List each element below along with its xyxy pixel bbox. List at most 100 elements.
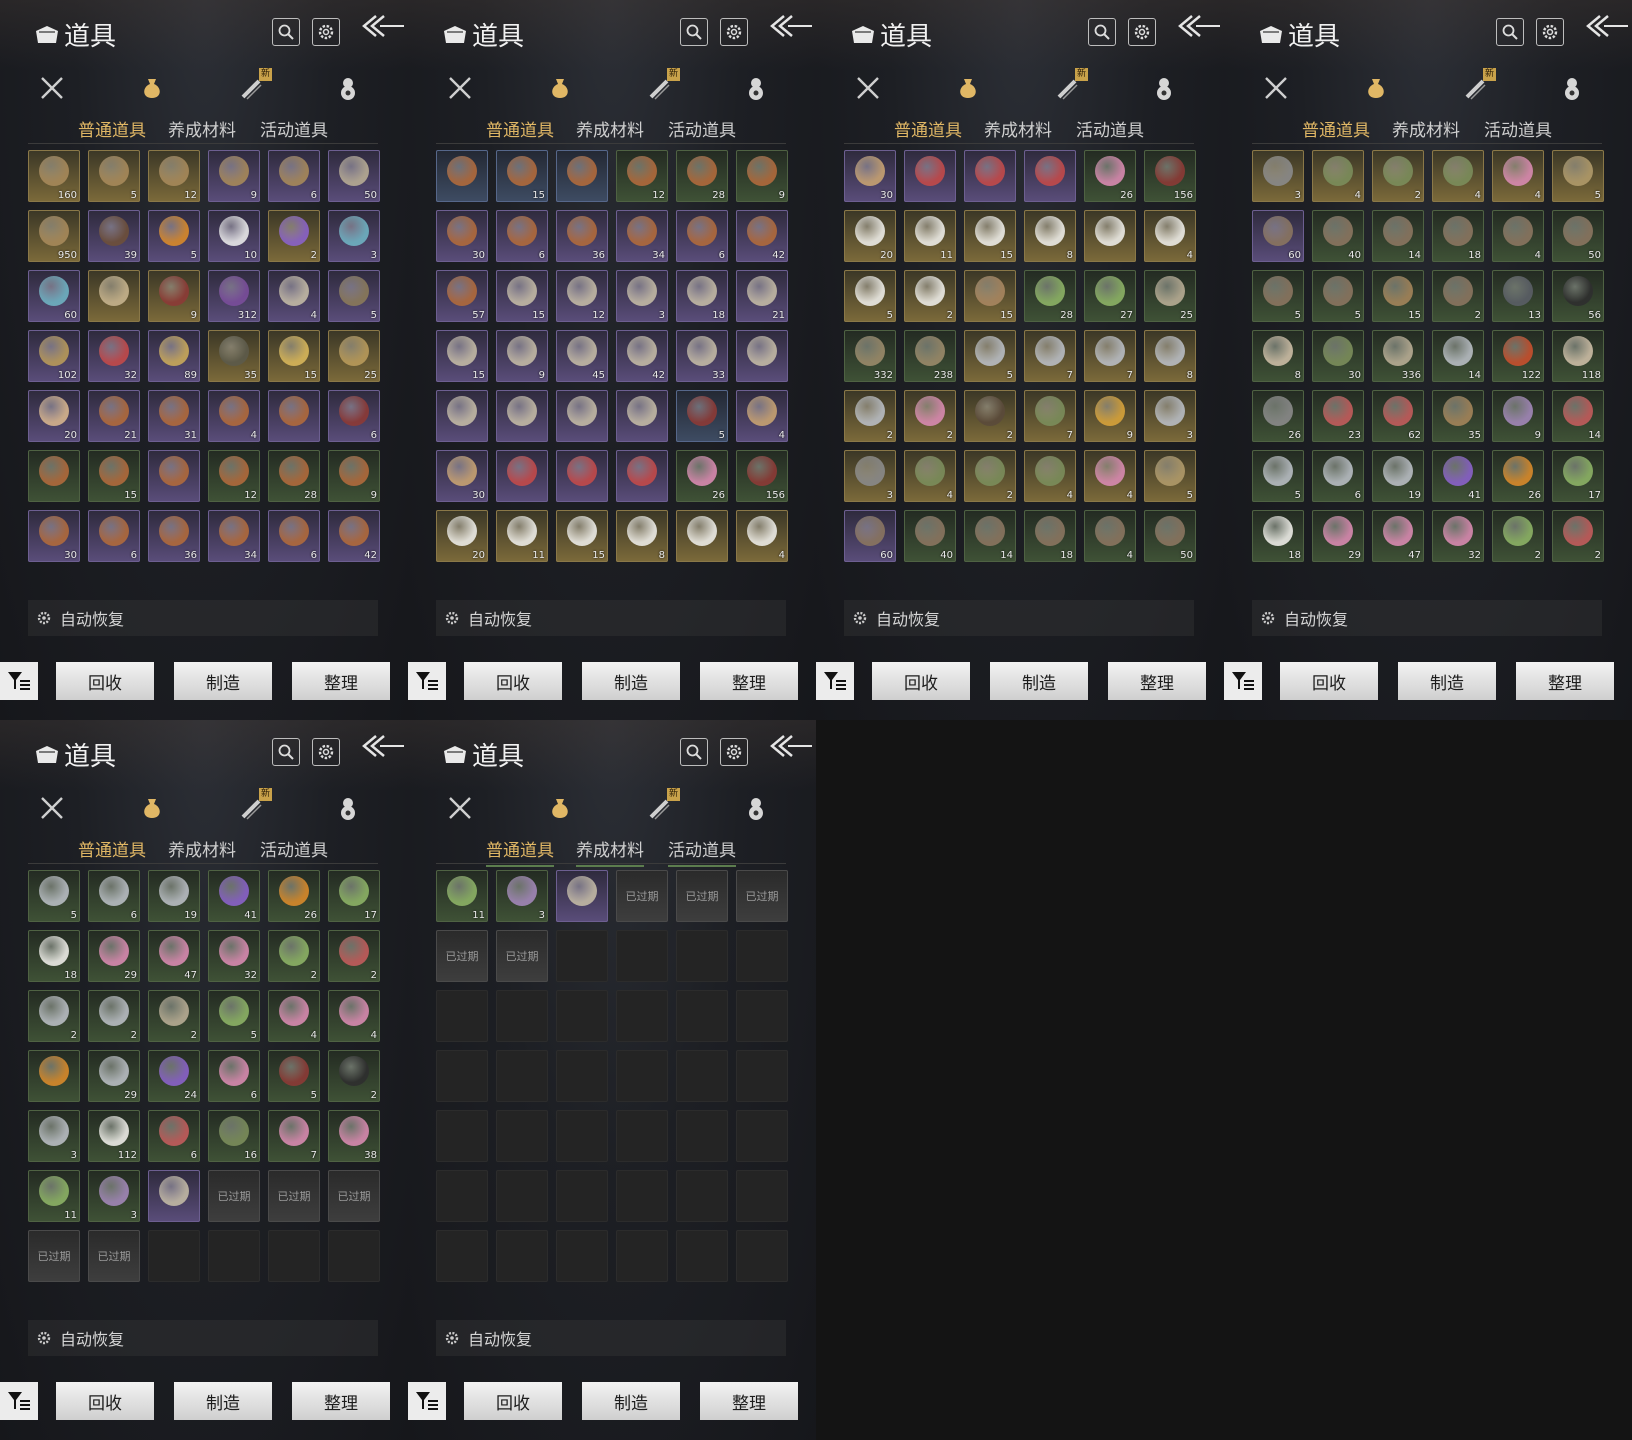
item-slot[interactable]: 12 [616,150,668,202]
search-button[interactable] [272,18,300,46]
item-slot[interactable]: 336 [1372,330,1424,382]
item-slot[interactable]: 4 [1312,150,1364,202]
item-slot[interactable]: 41 [1432,450,1484,502]
item-slot[interactable]: 15 [1372,270,1424,322]
item-slot[interactable] [1084,210,1136,262]
auto-restore-row[interactable]: 自动恢复 [436,1320,786,1356]
item-slot[interactable]: 9 [148,270,200,322]
item-slot[interactable]: 已过期 [436,930,488,982]
item-slot[interactable]: 9 [1084,390,1136,442]
item-slot[interactable] [148,1170,200,1222]
item-slot[interactable]: 4 [1492,150,1544,202]
item-slot[interactable]: 7 [1024,330,1076,382]
item-slot[interactable]: 14 [1552,390,1604,442]
item-slot[interactable]: 35 [1432,390,1484,442]
item-slot[interactable]: 42 [736,210,788,262]
item-slot[interactable]: 9 [496,330,548,382]
item-slot[interactable]: 4 [208,390,260,442]
item-slot[interactable]: 11 [28,1170,80,1222]
craft-button[interactable]: 制造 [174,1382,272,1420]
item-slot[interactable] [436,390,488,442]
recycle-button[interactable]: 回收 [56,1382,154,1420]
auto-restore-row[interactable]: 自动恢复 [844,600,1194,636]
item-slot[interactable]: 已过期 [496,930,548,982]
item-slot[interactable]: 8 [1252,330,1304,382]
item-slot[interactable]: 89 [148,330,200,382]
item-slot[interactable]: 3 [1252,150,1304,202]
item-slot[interactable]: 15 [436,330,488,382]
recycle-button[interactable]: 回收 [464,662,562,700]
item-slot[interactable]: 7 [268,1110,320,1162]
category-misc[interactable] [328,788,368,828]
item-slot[interactable] [148,450,200,502]
category-weapons[interactable] [32,68,72,108]
category-items[interactable] [540,788,580,828]
sort-button[interactable]: 整理 [700,1382,798,1420]
item-slot[interactable]: 2 [844,390,896,442]
category-scrolls[interactable]: 新 [232,68,272,108]
auto-restore-row[interactable]: 自动恢复 [1252,600,1602,636]
item-slot[interactable]: 42 [616,330,668,382]
item-slot[interactable]: 4 [1024,450,1076,502]
item-slot[interactable]: 20 [844,210,896,262]
item-slot[interactable]: 28 [268,450,320,502]
item-slot[interactable]: 102 [28,330,80,382]
item-slot[interactable]: 32 [88,330,140,382]
item-slot[interactable]: 45 [556,330,608,382]
item-slot[interactable]: 6 [88,870,140,922]
item-slot[interactable]: 29 [1312,510,1364,562]
item-slot[interactable]: 26 [676,450,728,502]
back-arrow-icon[interactable] [1586,12,1630,46]
item-slot[interactable]: 39 [88,210,140,262]
tab-materials[interactable]: 养成材料 [168,116,236,141]
item-slot[interactable]: 2 [904,390,956,442]
craft-button[interactable]: 制造 [582,662,680,700]
item-slot[interactable]: 15 [964,210,1016,262]
item-slot[interactable]: 2 [964,390,1016,442]
item-slot[interactable]: 27 [1084,270,1136,322]
item-slot[interactable]: 4 [1144,210,1196,262]
sort-button[interactable]: 整理 [292,662,390,700]
item-slot[interactable]: 2 [88,990,140,1042]
item-slot[interactable]: 已过期 [88,1230,140,1282]
filter-button[interactable] [0,1382,38,1420]
item-slot[interactable]: 17 [1552,450,1604,502]
item-slot[interactable]: 5 [28,870,80,922]
tab-event-items[interactable]: 活动道具 [1484,116,1552,141]
item-slot[interactable]: 5 [844,270,896,322]
item-slot[interactable]: 10 [208,210,260,262]
item-slot[interactable]: 50 [1552,210,1604,262]
tab-common-items[interactable]: 普通道具 [78,836,146,861]
item-slot[interactable]: 28 [1024,270,1076,322]
item-slot[interactable]: 5 [148,210,200,262]
item-slot[interactable]: 29 [88,1050,140,1102]
item-slot[interactable]: 4 [1432,150,1484,202]
item-slot[interactable]: 4 [904,450,956,502]
item-slot[interactable] [496,450,548,502]
item-slot[interactable]: 30 [1312,330,1364,382]
item-slot[interactable]: 34 [208,510,260,562]
category-weapons[interactable] [1256,68,1296,108]
item-slot[interactable]: 36 [148,510,200,562]
item-slot[interactable]: 21 [736,270,788,322]
filter-button[interactable] [0,662,38,700]
category-scrolls[interactable]: 新 [1456,68,1496,108]
item-slot[interactable]: 60 [1252,210,1304,262]
category-scrolls[interactable]: 新 [1048,68,1088,108]
item-slot[interactable]: 5 [88,150,140,202]
item-slot[interactable]: 62 [1372,390,1424,442]
item-slot[interactable]: 6 [1312,450,1364,502]
auto-restore-row[interactable]: 自动恢复 [28,1320,378,1356]
item-slot[interactable]: 238 [904,330,956,382]
tab-event-items[interactable]: 活动道具 [260,836,328,861]
item-slot[interactable]: 2 [1552,510,1604,562]
item-slot[interactable]: 21 [88,390,140,442]
item-slot[interactable]: 6 [268,510,320,562]
item-slot[interactable] [736,330,788,382]
item-slot[interactable]: 9 [328,450,380,502]
item-slot[interactable]: 30 [28,510,80,562]
item-slot[interactable]: 2 [1372,150,1424,202]
settings-button[interactable] [720,738,748,766]
filter-button[interactable] [408,662,446,700]
item-slot[interactable]: 4 [328,990,380,1042]
